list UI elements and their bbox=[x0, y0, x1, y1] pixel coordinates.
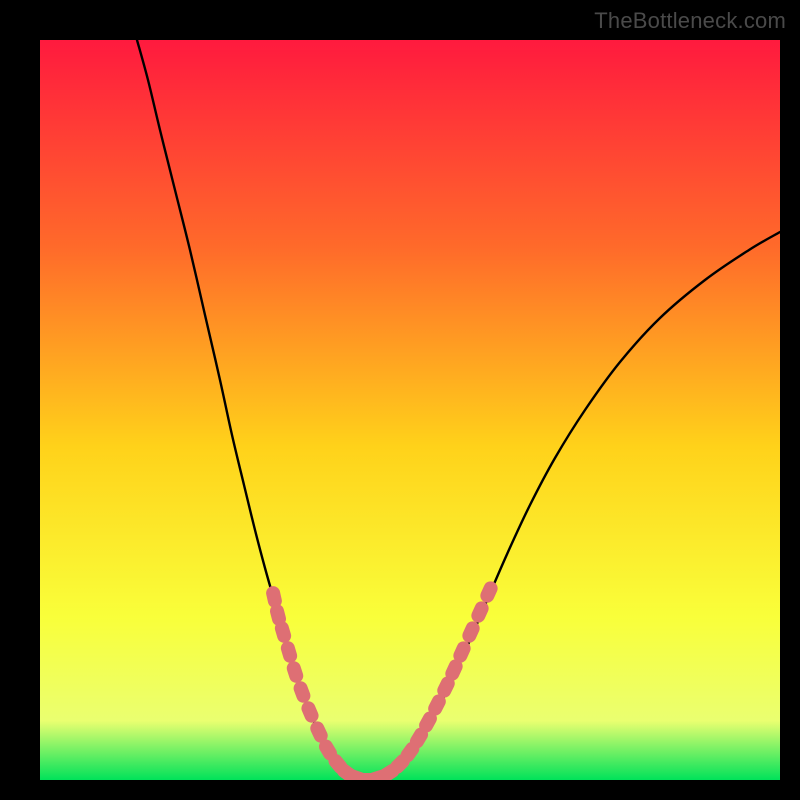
chart-frame bbox=[40, 40, 780, 780]
watermark-text: TheBottleneck.com bbox=[594, 8, 786, 34]
gradient-background bbox=[40, 40, 780, 780]
bottleneck-chart bbox=[40, 40, 780, 780]
